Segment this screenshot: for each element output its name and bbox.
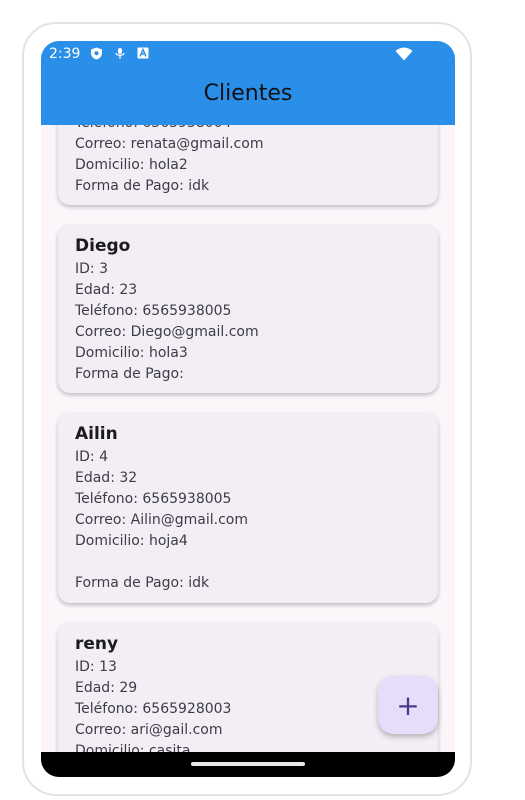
- client-card[interactable]: Ailin ID: 4 Edad: 32 Teléfono: 656593800…: [58, 413, 438, 603]
- wifi-icon: [395, 47, 413, 65]
- client-age: Edad: 23: [75, 282, 138, 298]
- client-age: Edad: 29: [75, 680, 138, 696]
- phone-screen: Teléfono: 6565938004 Correo: renata@gmai…: [41, 41, 455, 777]
- client-email: Correo: Diego@gmail.com: [75, 324, 259, 340]
- status-bar: 2:39: [41, 41, 455, 69]
- client-email: Correo: renata@gmail.com: [75, 136, 264, 152]
- add-client-button[interactable]: +: [378, 676, 438, 734]
- client-blank-line: [75, 552, 422, 573]
- client-name: reny: [75, 634, 119, 654]
- client-name: Ailin: [75, 424, 118, 444]
- page-title: Clientes: [203, 81, 293, 106]
- home-gesture-handle[interactable]: [191, 762, 305, 766]
- client-phone: Teléfono: 6565928003: [75, 701, 232, 717]
- client-id: ID: 13: [75, 659, 117, 675]
- client-email: Correo: Ailin@gmail.com: [75, 512, 248, 528]
- navigation-bar: [41, 752, 455, 777]
- client-address: Domicilio: hola3: [75, 345, 188, 361]
- shield-icon: [90, 47, 102, 60]
- client-email: Correo: ari@gail.com: [75, 722, 223, 738]
- mic-icon: [114, 47, 126, 59]
- client-phone: Teléfono: 6565938005: [75, 491, 232, 507]
- client-phone: Teléfono: 6565938005: [75, 303, 232, 319]
- status-time: 2:39: [49, 46, 81, 62]
- client-address: Domicilio: hoja4: [75, 533, 188, 549]
- client-id: ID: 3: [75, 261, 108, 277]
- client-id: ID: 4: [75, 449, 108, 465]
- client-list[interactable]: Teléfono: 6565938004 Correo: renata@gmai…: [41, 41, 455, 777]
- client-address: Domicilio: hola2: [75, 157, 188, 173]
- app-bar: 2:39 Clientes: [41, 41, 455, 125]
- client-age: Edad: 32: [75, 470, 138, 486]
- plus-icon: +: [396, 688, 420, 722]
- client-name: Diego: [75, 236, 131, 256]
- client-payment: Forma de Pago:: [75, 366, 184, 382]
- client-payment: Forma de Pago: idk: [75, 575, 210, 591]
- client-card[interactable]: Diego ID: 3 Edad: 23 Teléfono: 656593800…: [58, 225, 438, 393]
- a-icon: [137, 47, 149, 59]
- client-payment: Forma de Pago: idk: [75, 178, 210, 194]
